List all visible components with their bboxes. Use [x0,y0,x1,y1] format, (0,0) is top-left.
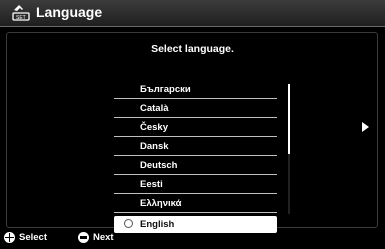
language-label: Eesti [140,179,163,190]
language-label: Ελληνικά [140,198,182,209]
language-label: Deutsch [140,160,178,171]
language-option-estonian[interactable]: Eesti [114,175,277,194]
next-hint: Next [78,232,114,243]
scrollbar-thumb[interactable] [288,84,290,154]
next-hint-label: Next [93,232,114,243]
language-label: Català [140,103,169,114]
language-option-bulgarian[interactable]: Български [114,80,277,99]
language-label: Česky [140,122,168,133]
language-option-german[interactable]: Deutsch [114,156,277,175]
language-option-catalan[interactable]: Català [114,99,277,118]
page-title: Language [36,4,103,20]
settings-toolbox-icon: SET [12,5,30,21]
svg-text:SET: SET [16,15,26,21]
language-list: Български Català Česky Dansk Deutsch Ees… [114,80,277,233]
select-hint-label: Select [19,232,47,243]
language-option-greek[interactable]: Ελληνικά [114,194,277,213]
footer-hints: Select Next [0,230,385,249]
select-hint: Select [4,232,47,243]
next-page-arrow-icon[interactable] [362,122,369,132]
language-label: Dansk [140,141,169,152]
dpad-icon [4,232,15,243]
language-option-czech[interactable]: Česky [114,118,277,137]
language-label: Български [140,84,191,95]
language-label: English [140,219,175,230]
instruction-text: Select language. [151,43,234,55]
radio-icon [124,219,133,228]
next-button-icon [78,232,89,243]
title-bar: SET Language [0,0,385,27]
language-option-danish[interactable]: Dansk [114,137,277,156]
